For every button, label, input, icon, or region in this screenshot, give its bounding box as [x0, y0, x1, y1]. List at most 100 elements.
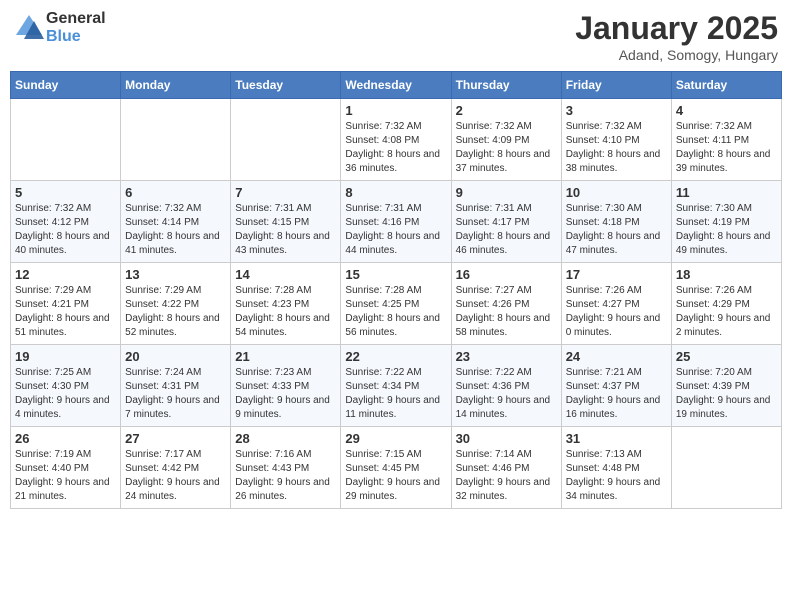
day-info: Sunrise: 7:32 AM Sunset: 4:09 PM Dayligh…	[456, 120, 557, 176]
calendar-cell: 1 Sunrise: 7:32 AM Sunset: 4:08 PM Daylig…	[341, 99, 451, 181]
calendar-header-row: SundayMondayTuesdayWednesdayThursdayFrid…	[11, 72, 782, 99]
day-info: Sunrise: 7:22 AM Sunset: 4:34 PM Dayligh…	[345, 366, 446, 422]
calendar-cell: 19 Sunrise: 7:25 AM Sunset: 4:30 PM Dayli…	[11, 345, 121, 427]
calendar-cell: 6 Sunrise: 7:32 AM Sunset: 4:14 PM Daylig…	[121, 181, 231, 263]
day-number: 9	[456, 185, 557, 200]
main-title: January 2025	[575, 10, 778, 47]
calendar-cell: 25 Sunrise: 7:20 AM Sunset: 4:39 PM Dayli…	[671, 345, 781, 427]
day-number: 6	[125, 185, 226, 200]
calendar-day-header: Tuesday	[231, 72, 341, 99]
day-info: Sunrise: 7:27 AM Sunset: 4:26 PM Dayligh…	[456, 284, 557, 340]
day-info: Sunrise: 7:17 AM Sunset: 4:42 PM Dayligh…	[125, 448, 226, 504]
day-info: Sunrise: 7:32 AM Sunset: 4:12 PM Dayligh…	[15, 202, 116, 258]
day-info: Sunrise: 7:13 AM Sunset: 4:48 PM Dayligh…	[566, 448, 667, 504]
day-number: 12	[15, 267, 116, 282]
day-number: 28	[235, 431, 336, 446]
day-number: 24	[566, 349, 667, 364]
calendar-cell: 31 Sunrise: 7:13 AM Sunset: 4:48 PM Dayli…	[561, 427, 671, 509]
day-number: 30	[456, 431, 557, 446]
day-info: Sunrise: 7:32 AM Sunset: 4:14 PM Dayligh…	[125, 202, 226, 258]
calendar-cell: 11 Sunrise: 7:30 AM Sunset: 4:19 PM Dayli…	[671, 181, 781, 263]
calendar-cell: 4Sunrise: 7:32 AM Sunset: 4:11 PM Daylig…	[671, 99, 781, 181]
calendar-body: 1 Sunrise: 7:32 AM Sunset: 4:08 PM Daylig…	[11, 99, 782, 509]
calendar-cell: 14Sunrise: 7:28 AM Sunset: 4:23 PM Dayli…	[231, 263, 341, 345]
day-info: Sunrise: 7:32 AM Sunset: 4:11 PM Dayligh…	[676, 120, 777, 176]
day-info: Sunrise: 7:29 AM Sunset: 4:21 PM Dayligh…	[15, 284, 116, 340]
calendar-day-header: Sunday	[11, 72, 121, 99]
calendar-day-header: Wednesday	[341, 72, 451, 99]
calendar-day-header: Thursday	[451, 72, 561, 99]
calendar-cell: 17 Sunrise: 7:26 AM Sunset: 4:27 PM Dayli…	[561, 263, 671, 345]
day-number: 29	[345, 431, 446, 446]
day-number: 19	[15, 349, 116, 364]
calendar-cell: 8Sunrise: 7:31 AM Sunset: 4:16 PM Daylig…	[341, 181, 451, 263]
day-info: Sunrise: 7:22 AM Sunset: 4:36 PM Dayligh…	[456, 366, 557, 422]
day-info: Sunrise: 7:31 AM Sunset: 4:17 PM Dayligh…	[456, 202, 557, 258]
day-info: Sunrise: 7:15 AM Sunset: 4:45 PM Dayligh…	[345, 448, 446, 504]
day-info: Sunrise: 7:19 AM Sunset: 4:40 PM Dayligh…	[15, 448, 116, 504]
day-number: 21	[235, 349, 336, 364]
day-number: 15	[345, 267, 446, 282]
calendar-cell: 20 Sunrise: 7:24 AM Sunset: 4:31 PM Dayli…	[121, 345, 231, 427]
logo-icon	[14, 13, 44, 43]
logo-blue: Blue	[46, 28, 106, 46]
day-info: Sunrise: 7:20 AM Sunset: 4:39 PM Dayligh…	[676, 366, 777, 422]
day-info: Sunrise: 7:30 AM Sunset: 4:19 PM Dayligh…	[676, 202, 777, 258]
day-number: 11	[676, 185, 777, 200]
calendar-cell: 22 Sunrise: 7:22 AM Sunset: 4:34 PM Dayli…	[341, 345, 451, 427]
subtitle: Adand, Somogy, Hungary	[575, 47, 778, 63]
calendar-day-header: Saturday	[671, 72, 781, 99]
calendar-cell: 21Sunrise: 7:23 AM Sunset: 4:33 PM Dayli…	[231, 345, 341, 427]
calendar-cell: 30 Sunrise: 7:14 AM Sunset: 4:46 PM Dayli…	[451, 427, 561, 509]
calendar-cell: 23 Sunrise: 7:22 AM Sunset: 4:36 PM Dayli…	[451, 345, 561, 427]
day-info: Sunrise: 7:26 AM Sunset: 4:27 PM Dayligh…	[566, 284, 667, 340]
day-info: Sunrise: 7:32 AM Sunset: 4:08 PM Dayligh…	[345, 120, 446, 176]
title-block: January 2025 Adand, Somogy, Hungary	[575, 10, 778, 63]
day-info: Sunrise: 7:28 AM Sunset: 4:23 PM Dayligh…	[235, 284, 336, 340]
day-info: Sunrise: 7:31 AM Sunset: 4:15 PM Dayligh…	[235, 202, 336, 258]
day-number: 5	[15, 185, 116, 200]
day-number: 20	[125, 349, 226, 364]
day-info: Sunrise: 7:24 AM Sunset: 4:31 PM Dayligh…	[125, 366, 226, 422]
day-number: 16	[456, 267, 557, 282]
calendar-cell: 29 Sunrise: 7:15 AM Sunset: 4:45 PM Dayli…	[341, 427, 451, 509]
day-number: 23	[456, 349, 557, 364]
calendar-week-row: 1 Sunrise: 7:32 AM Sunset: 4:08 PM Daylig…	[11, 99, 782, 181]
logo-general: General	[46, 10, 106, 27]
calendar-cell: 28 Sunrise: 7:16 AM Sunset: 4:43 PM Dayli…	[231, 427, 341, 509]
day-number: 22	[345, 349, 446, 364]
day-number: 18	[676, 267, 777, 282]
calendar-cell: 7 Sunrise: 7:31 AM Sunset: 4:15 PM Daylig…	[231, 181, 341, 263]
day-info: Sunrise: 7:26 AM Sunset: 4:29 PM Dayligh…	[676, 284, 777, 340]
day-info: Sunrise: 7:32 AM Sunset: 4:10 PM Dayligh…	[566, 120, 667, 176]
day-info: Sunrise: 7:21 AM Sunset: 4:37 PM Dayligh…	[566, 366, 667, 422]
calendar-cell	[11, 99, 121, 181]
calendar-table: SundayMondayTuesdayWednesdayThursdayFrid…	[10, 71, 782, 509]
calendar-cell: 27Sunrise: 7:17 AM Sunset: 4:42 PM Dayli…	[121, 427, 231, 509]
day-number: 3	[566, 103, 667, 118]
calendar-cell: 18 Sunrise: 7:26 AM Sunset: 4:29 PM Dayli…	[671, 263, 781, 345]
logo: General Blue	[14, 10, 106, 45]
day-number: 1	[345, 103, 446, 118]
day-number: 25	[676, 349, 777, 364]
calendar-day-header: Monday	[121, 72, 231, 99]
calendar-week-row: 5 Sunrise: 7:32 AM Sunset: 4:12 PM Daylig…	[11, 181, 782, 263]
day-info: Sunrise: 7:28 AM Sunset: 4:25 PM Dayligh…	[345, 284, 446, 340]
day-number: 17	[566, 267, 667, 282]
calendar-cell	[231, 99, 341, 181]
day-info: Sunrise: 7:16 AM Sunset: 4:43 PM Dayligh…	[235, 448, 336, 504]
calendar-cell: 12 Sunrise: 7:29 AM Sunset: 4:21 PM Dayli…	[11, 263, 121, 345]
day-info: Sunrise: 7:14 AM Sunset: 4:46 PM Dayligh…	[456, 448, 557, 504]
calendar-cell: 16 Sunrise: 7:27 AM Sunset: 4:26 PM Dayli…	[451, 263, 561, 345]
day-info: Sunrise: 7:25 AM Sunset: 4:30 PM Dayligh…	[15, 366, 116, 422]
calendar-cell: 3 Sunrise: 7:32 AM Sunset: 4:10 PM Daylig…	[561, 99, 671, 181]
day-info: Sunrise: 7:31 AM Sunset: 4:16 PM Dayligh…	[345, 202, 446, 258]
day-info: Sunrise: 7:30 AM Sunset: 4:18 PM Dayligh…	[566, 202, 667, 258]
day-number: 13	[125, 267, 226, 282]
day-number: 7	[235, 185, 336, 200]
calendar-week-row: 26 Sunrise: 7:19 AM Sunset: 4:40 PM Dayli…	[11, 427, 782, 509]
page-header: General Blue January 2025 Adand, Somogy,…	[10, 10, 782, 63]
day-number: 26	[15, 431, 116, 446]
day-number: 31	[566, 431, 667, 446]
calendar-cell: 24 Sunrise: 7:21 AM Sunset: 4:37 PM Dayli…	[561, 345, 671, 427]
